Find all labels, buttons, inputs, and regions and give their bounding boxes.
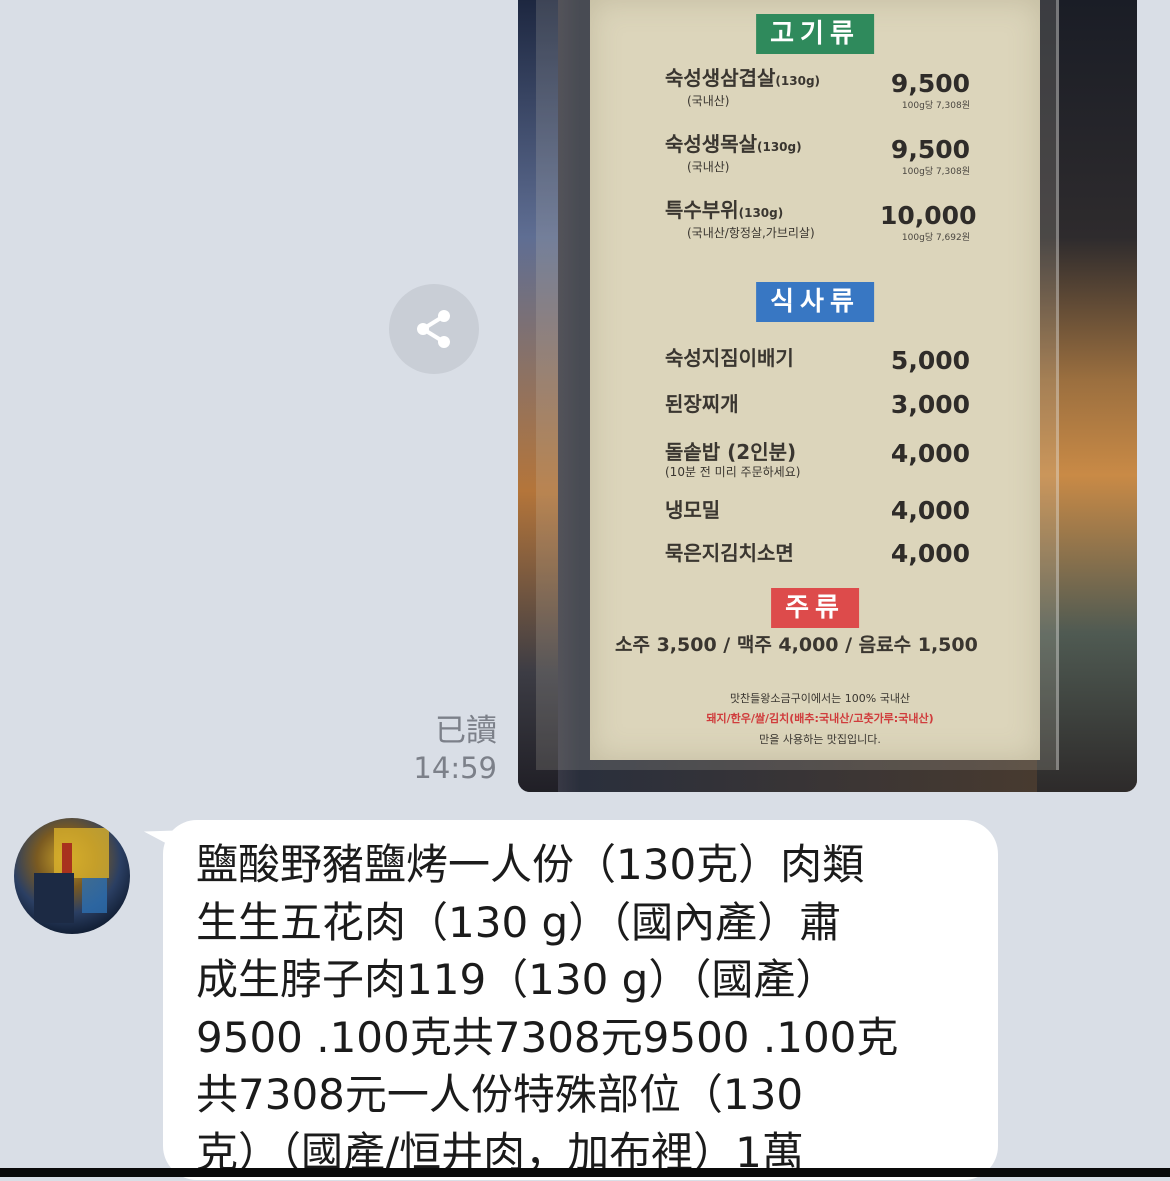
menu-item-unit-price: 100g당 7,692원 <box>901 233 970 243</box>
menu-item-weight: (130g) <box>775 74 821 88</box>
section-title-meals: 식사류 <box>756 282 874 322</box>
share-icon <box>417 310 450 348</box>
photo-message[interactable]: 고기류 숙성생삼겹살(130g) (국내산) 9,500 100g당 7,308… <box>518 0 1137 792</box>
menu-item-price: 4,000 <box>890 539 970 568</box>
menu-item-price: 9,500 <box>890 69 970 98</box>
menu-item-price: 3,000 <box>890 390 970 419</box>
section-title-drinks: 주류 <box>771 588 859 628</box>
chat-area: 已讀 14:59 고기류 숙성생삼겹살(130g) (국내산) 9,500 10… <box>0 0 1170 1180</box>
menu-item-unit-price: 100g당 7,308원 <box>901 167 970 177</box>
menu-card: 고기류 숙성생삼겹살(130g) (국내산) 9,500 100g당 7,308… <box>590 0 1040 760</box>
avatar[interactable] <box>14 818 130 934</box>
menu-footer-line2: 돼지/한우/쌀/김치(배추:국내산/고춧가루:국내산) <box>706 712 934 725</box>
menu-item-price: 5,000 <box>890 346 970 375</box>
drinks-line: 소주 3,500 / 맥주 4,000 / 음료수 1,500 <box>615 634 978 656</box>
menu-item-name: 특수부위 <box>665 198 739 222</box>
menu-item-weight: (130g) <box>757 140 802 154</box>
menu-item-price: 4,000 <box>890 496 970 525</box>
menu-footer-line1: 맛찬들왕소금구이에서는 100% 국내산 <box>729 692 911 705</box>
menu-item-unit-price: 100g당 7,308원 <box>901 101 970 111</box>
menu-item-price: 10,000 <box>880 201 977 230</box>
read-label: 已讀 <box>435 713 497 749</box>
share-button[interactable] <box>389 284 479 374</box>
menu-item-name: 숙성생삼겹살 <box>665 66 776 90</box>
read-receipt: 已讀 14:59 <box>405 712 497 786</box>
menu-item-price: 9,500 <box>890 135 970 164</box>
menu-item-weight: (130g) <box>738 206 784 220</box>
menu-footer-line3: 만을 사용하는 맛집입니다. <box>759 733 881 746</box>
message-time: 14:59 <box>413 751 497 785</box>
section-title-meat: 고기류 <box>756 14 874 54</box>
menu-item-price: 4,000 <box>890 439 970 468</box>
bottom-bar <box>0 1168 1170 1177</box>
menu-item-name: 숙성생목살 <box>665 132 757 156</box>
avatar-image <box>34 828 109 923</box>
incoming-message-text: 鹽酸野豬鹽烤一人份（130克）肉類 生生五花肉（130 g）（國內產）肅 成生脖… <box>196 840 899 1177</box>
